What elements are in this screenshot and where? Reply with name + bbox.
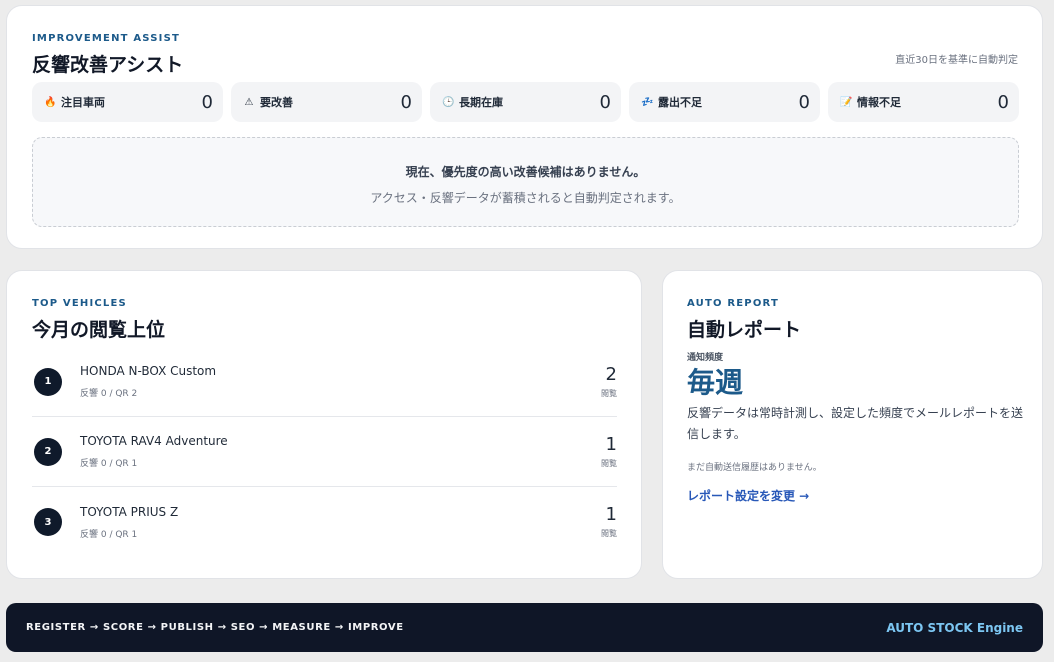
list-item[interactable]: 2 TOYOTA RAV4 Adventure 反響 0 / QR 1 1 閲覧: [32, 417, 617, 487]
fire-icon: 🔥: [44, 96, 57, 108]
report-description: 反響データは常時計測し、設定した頻度でメールレポートを送信します。: [687, 406, 1024, 441]
stat-needs-improvement[interactable]: ⚠ 要改善 0: [231, 82, 422, 122]
stat-attention[interactable]: 🔥 注目車両 0: [32, 82, 223, 122]
stat-label: 注目車両: [61, 96, 105, 109]
stat-value: 0: [997, 91, 1009, 113]
stat-label: 長期在庫: [459, 96, 503, 109]
stat-missing-info[interactable]: 📝 情報不足 0: [828, 82, 1019, 122]
rank-badge: 1: [34, 367, 62, 396]
report-title: 自動レポート: [687, 319, 802, 341]
stat-low-exposure[interactable]: 💤 露出不足 0: [629, 82, 820, 122]
list-item[interactable]: 3 TOYOTA PRIUS Z 反響 0 / QR 1 1 閲覧: [32, 487, 617, 557]
improvement-eyebrow: IMPROVEMENT ASSIST: [32, 33, 180, 44]
stat-list: 🔥 注目車両 0 ⚠ 要改善 0 🕒 長期在庫 0 💤 露出不足 0 📝 情報不足 0: [32, 82, 1019, 122]
vehicle-meta: 反響 0 / QR 2: [80, 389, 138, 399]
list-item[interactable]: 1 HONDA N-BOX Custom 反響 0 / QR 2 2 閲覧: [32, 347, 617, 417]
view-count: 1: [605, 504, 617, 525]
stat-label: 要改善: [260, 96, 293, 109]
frequency-value: 毎週: [687, 366, 744, 399]
view-count: 2: [605, 363, 617, 385]
sleep-icon: 💤: [641, 96, 654, 108]
stat-label: 情報不足: [857, 96, 901, 109]
view-count: 1: [605, 433, 617, 455]
memo-icon: 📝: [840, 96, 853, 108]
improvement-title: 反響改善アシスト: [32, 54, 184, 76]
workflow-steps: REGISTER → SCORE → PUBLISH → SEO → MEASU…: [26, 622, 404, 633]
stat-value: 0: [201, 91, 213, 113]
view-unit: 閲覧: [601, 458, 617, 468]
view-unit: 閲覧: [601, 388, 617, 398]
vehicle-meta: 反響 0 / QR 1: [80, 459, 138, 469]
vehicle-name: TOYOTA PRIUS Z: [80, 504, 179, 519]
stat-value: 0: [400, 91, 412, 113]
stat-value: 0: [599, 91, 611, 113]
top-vehicles-card: TOP VEHICLES 今月の閲覧上位 1 HONDA N-BOX Custo…: [6, 270, 642, 579]
stat-value: 0: [798, 91, 810, 113]
empty-state: 現在、優先度の高い改善候補はありません。 アクセス・反響データが蓄積されると自動…: [32, 137, 1019, 227]
engine-brand: AUTO STOCK Engine: [886, 620, 1023, 635]
warning-icon: ⚠: [244, 96, 254, 108]
vehicle-list: 1 HONDA N-BOX Custom 反響 0 / QR 2 2 閲覧 2 …: [32, 347, 617, 557]
improvement-assist-card: IMPROVEMENT ASSIST 反響改善アシスト 直近30日を基準に自動判…: [6, 5, 1043, 249]
auto-report-card: AUTO REPORT 自動レポート 通知頻度 毎週 反響データは常時計測し、設…: [662, 270, 1043, 579]
clock-icon: 🕒: [442, 96, 455, 108]
vehicle-meta: 反響 0 / QR 1: [80, 529, 138, 540]
improvement-note: 直近30日を基準に自動判定: [895, 55, 1018, 66]
stat-label: 露出不足: [658, 96, 702, 109]
vehicle-name: HONDA N-BOX Custom: [80, 364, 217, 378]
report-eyebrow: AUTO REPORT: [687, 298, 779, 309]
report-settings-link[interactable]: レポート設定を変更 →: [687, 487, 809, 504]
vehicle-name: TOYOTA RAV4 Adventure: [80, 434, 228, 448]
rank-badge: 3: [34, 508, 62, 536]
empty-state-title: 現在、優先度の高い改善候補はありません。: [405, 165, 646, 179]
stat-long-stock[interactable]: 🕒 長期在庫 0: [430, 82, 621, 122]
footer-bar: REGISTER → SCORE → PUBLISH → SEO → MEASU…: [6, 603, 1043, 652]
vehicles-title: 今月の閲覧上位: [32, 319, 166, 341]
report-history-note: まだ自動送信履歴はありません。: [687, 463, 822, 473]
view-unit: 閲覧: [601, 529, 617, 538]
vehicles-eyebrow: TOP VEHICLES: [32, 298, 127, 309]
rank-badge: 2: [34, 437, 62, 466]
empty-state-subtitle: アクセス・反響データが蓄積されると自動判定されます。: [370, 191, 681, 205]
